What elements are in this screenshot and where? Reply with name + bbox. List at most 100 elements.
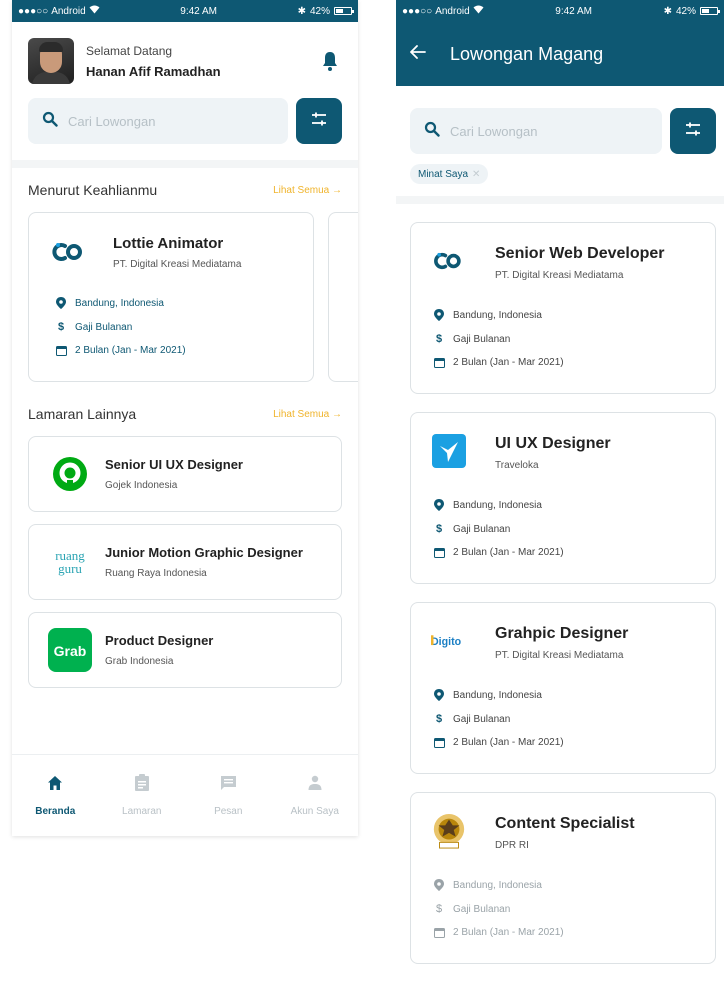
job-location: Bandung, Indonesia [75,297,164,309]
job-salary: Gaji Bulanan [453,713,511,725]
list-item[interactable]: Grab Product Designer Grab Indonesia [28,612,342,688]
person-icon [308,775,322,796]
location-pin-icon [433,309,445,321]
job-salary: Gaji Bulanan [453,333,511,345]
job-title: Senior Web Developer [495,245,665,262]
job-card[interactable]: Content Specialist DPR RI Bandung, Indon… [410,792,716,964]
nav-applications[interactable]: Lamaran [107,774,177,817]
close-icon[interactable]: ✕ [472,169,480,180]
list-item[interactable]: ruang guru Junior Motion Graphic Designer… [28,524,342,600]
svg-text:guru: guru [58,561,82,576]
search-icon [424,121,440,142]
job-card[interactable]: UI UX Designer Traveloka Bandung, Indone… [410,412,716,584]
job-location: Bandung, Indonesia [453,879,542,891]
job-title: Lottie Animator [113,235,224,252]
job-salary: Gaji Bulanan [453,903,511,915]
carrier-label: Android [51,5,86,17]
dpr-emblem-icon [431,813,467,849]
nav-account[interactable]: Akun Saya [280,775,350,817]
job-salary: Gaji Bulanan [453,523,511,535]
filter-button[interactable] [296,98,342,144]
job-title: Grahpic Designer [495,625,629,642]
svg-text:Grab: Grab [54,643,87,659]
calendar-icon [433,737,445,748]
user-name: Hanan Afif Ramadhan [86,63,221,79]
clock: 9:42 AM [555,5,592,17]
job-location: Bandung, Indonesia [453,689,542,701]
skills-carousel[interactable]: Lottie Animator PT. Digital Kreasi Media… [12,212,358,384]
job-card[interactable]: Lottie Animator PT. Digital Kreasi Media… [28,212,314,382]
job-location: Bandung, Indonesia [453,309,542,321]
job-card[interactable]: Senior Web Developer PT. Digital Kreasi … [410,222,716,394]
company-name: Traveloka [495,460,539,471]
job-card[interactable]: Digito Grahpic Designer PT. Digital Krea… [410,602,716,774]
see-all-link[interactable]: Lihat Semua → [273,409,342,420]
search-input[interactable]: Cari Lowongan [410,108,662,154]
search-input[interactable]: Cari Lowongan [28,98,288,144]
battery-icon [700,7,720,15]
nav-messages[interactable]: Pesan [193,775,263,817]
job-salary: Gaji Bulanan [75,321,133,333]
battery-icon [334,7,354,15]
job-list: Senior Web Developer PT. Digital Kreasi … [396,222,724,964]
list-item-title: Product Designer [105,633,214,648]
company-name: DPR RI [495,840,529,851]
signal-icon: ●●●○○ [18,5,49,17]
co-logo-icon [49,237,89,267]
ruangguru-logo-icon: ruang guru [47,539,93,585]
nav-home[interactable]: Beranda [20,775,90,817]
list-item-company: Grab Indonesia [105,656,174,667]
dollar-icon: $ [57,321,65,333]
bluetooth-icon: ✱ [297,5,306,17]
clock: 9:42 AM [180,5,217,17]
svg-text:Digito: Digito [431,636,462,648]
app-bar: Lowongan Magang [396,22,724,86]
dollar-icon: $ [435,523,443,535]
filter-button[interactable] [670,108,716,154]
list-item-company: Gojek Indonesia [105,480,178,491]
section-title: Lamaran Lainnya [28,406,137,422]
list-item-title: Junior Motion Graphic Designer [105,545,303,560]
location-pin-icon [433,879,445,891]
home-screen: ●●●○○ Android 9:42 AM ✱ 42% Selamat Data… [12,0,358,836]
status-bar: ●●●○○ Android 9:42 AM ✱ 42% [12,0,358,22]
back-arrow-icon[interactable] [410,44,426,64]
signal-icon: ●●●○○ [402,5,433,17]
job-location: Bandung, Indonesia [453,499,542,511]
search-placeholder: Cari Lowongan [68,113,156,129]
digito-logo-icon: Digito [431,623,467,659]
status-bar: ●●●○○ Android 9:42 AM ✱ 42% [396,0,724,22]
calendar-icon [433,927,445,938]
search-icon [42,111,58,132]
bell-icon[interactable] [320,49,340,73]
application-list: Senior UI UX Designer Gojek Indonesia ru… [12,436,358,688]
battery-percent: 42% [675,5,696,17]
list-item[interactable]: Senior UI UX Designer Gojek Indonesia [28,436,342,512]
location-pin-icon [433,689,445,701]
company-name: PT. Digital Kreasi Mediatama [113,259,242,270]
avatar[interactable] [28,38,74,84]
filter-chip[interactable]: Minat Saya ✕ [410,164,489,184]
see-all-link[interactable]: Lihat Semua → [273,185,342,196]
page-title: Lowongan Magang [450,43,604,64]
traveloka-logo-icon [431,433,467,469]
job-card-next[interactable] [328,212,358,382]
co-logo-icon [431,243,467,279]
nav-label: Pesan [214,805,243,817]
section-header-other: Lamaran Lainnya Lihat Semua → [12,384,358,422]
wifi-icon [473,5,484,17]
listing-screen: ●●●○○ Android 9:42 AM ✱ 42% Lowongan Mag… [396,0,724,992]
nav-label: Lamaran [122,806,162,817]
section-header-skills: Menurut Keahlianmu Lihat Semua → [12,168,358,198]
calendar-icon [433,547,445,558]
calendar-icon [55,345,67,356]
wifi-icon [89,5,100,17]
job-duration: 2 Bulan (Jan - Mar 2021) [453,737,564,748]
filter-icon [684,120,702,143]
list-item-company: Ruang Raya Indonesia [105,568,207,579]
dollar-icon: $ [435,713,443,725]
gojek-logo-icon [47,451,93,497]
job-duration: 2 Bulan (Jan - Mar 2021) [453,357,564,368]
location-pin-icon [55,297,67,309]
dollar-icon: $ [435,333,443,345]
